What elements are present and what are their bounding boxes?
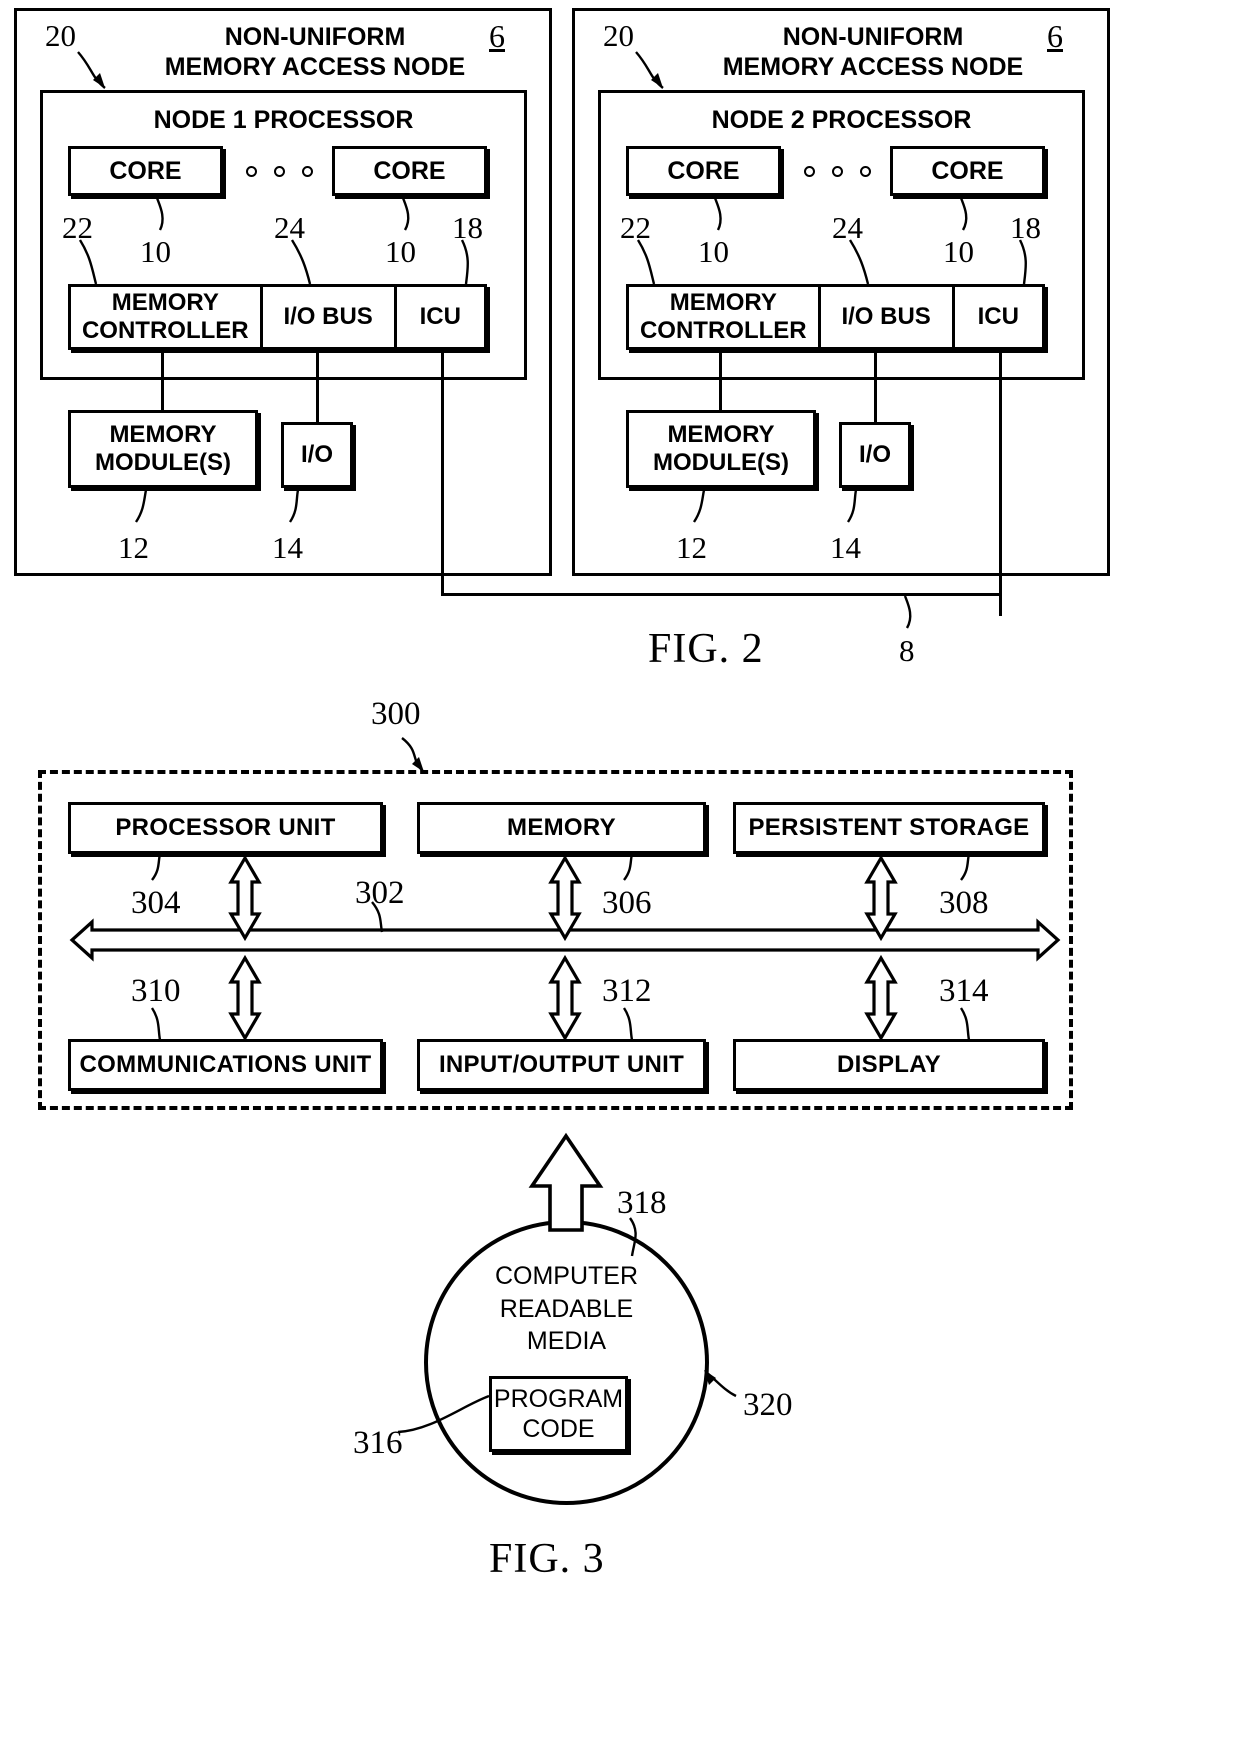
memory-box: MEMORY: [417, 802, 706, 854]
node-2-core-right-ref: 10: [943, 234, 974, 269]
node-1-iobus-to-io-line: [316, 348, 319, 424]
node-1-icu-ref: 18: [452, 210, 483, 245]
node-1-mc-to-memory-line: [161, 348, 164, 412]
input-output-unit-box: INPUT/OUTPUT UNIT: [417, 1039, 706, 1091]
persistent-storage-ref: 308: [939, 885, 989, 921]
node-1-io-ref: 14: [272, 530, 303, 565]
node-1-core-ellipsis: [246, 166, 313, 177]
computer-readable-media-ref: 318: [617, 1185, 667, 1221]
node-1-core-left-ref: 10: [140, 234, 171, 269]
numa-node-1-pointer-ref: 20: [45, 18, 76, 53]
node-2-core-ellipsis: [804, 166, 871, 177]
numa-node-2-title: NON-UNIFORM MEMORY ACCESS NODE: [722, 23, 1024, 81]
node-2-mc-ref: 22: [620, 210, 651, 245]
node-2-ellipsis-ref: 24: [832, 210, 863, 245]
node-1-core-right: CORE: [332, 146, 487, 196]
ellipsis-dot: [804, 166, 815, 177]
memory-ref: 306: [602, 885, 652, 921]
node-2-memory-modules-ref: 12: [676, 530, 707, 565]
node-2-mc-to-memory-line: [719, 348, 722, 412]
ellipsis-dot: [274, 166, 285, 177]
media-to-system-arrow: [528, 1132, 604, 1232]
node-1-icu: ICU: [393, 287, 484, 347]
node-1-ellipsis-ref: 24: [274, 210, 305, 245]
figure-3-caption: FIG. 3: [489, 1536, 605, 1582]
node-1-mc-ref: 22: [62, 210, 93, 245]
display-ref: 314: [939, 973, 989, 1009]
interconnect-bus-line: [441, 593, 1002, 596]
figure-3: 300 PROCESSOR UNIT MEMORY PERSISTENT STO…: [0, 690, 1240, 1741]
node-2-processor-title: NODE 2 PROCESSOR: [711, 106, 972, 134]
node-2-iobus-to-io-line: [874, 348, 877, 424]
node-2-memory-controller: MEMORY CONTROLLER: [639, 289, 807, 344]
node-1-icu-to-interconnect-line: [441, 348, 444, 596]
ellipsis-dot: [302, 166, 313, 177]
numa-node-1-ref: 6: [489, 18, 505, 54]
persistent-storage-box: PERSISTENT STORAGE: [733, 802, 1045, 854]
node-2-memory-modules: MEMORY MODULE(S): [626, 410, 816, 488]
node-2-core-right: CORE: [890, 146, 1045, 196]
communications-unit-ref: 310: [131, 973, 181, 1009]
node-1-io-bus: I/O BUS: [259, 287, 394, 347]
data-processing-system-ref: 300: [371, 696, 421, 732]
ellipsis-dot: [246, 166, 257, 177]
numa-node-2-ref: 6: [1047, 18, 1063, 54]
computer-readable-media-label: COMPUTER READABLE MEDIA: [494, 1262, 639, 1355]
processor-unit-box: PROCESSOR UNIT: [68, 802, 383, 854]
node-1-memory-controller: MEMORY CONTROLLER: [81, 289, 249, 344]
processor-unit-ref: 304: [131, 885, 181, 921]
computer-program-product-ref: 320: [743, 1387, 793, 1423]
display-box: DISPLAY: [733, 1039, 1045, 1091]
node-1-processor-title: NODE 1 PROCESSOR: [153, 106, 414, 134]
node-1-core-right-ref: 10: [385, 234, 416, 269]
node-2-icu: ICU: [951, 287, 1042, 347]
numa-node-1-title: NON-UNIFORM MEMORY ACCESS NODE: [164, 23, 466, 81]
program-code-ref: 316: [353, 1425, 403, 1461]
node-2-core-left: CORE: [626, 146, 781, 196]
node-2-io: I/O: [839, 422, 911, 488]
node-1-core-left: CORE: [68, 146, 223, 196]
figure-2: NON-UNIFORM MEMORY ACCESS NODE 6 20 NODE…: [0, 0, 1240, 680]
ellipsis-dot: [860, 166, 871, 177]
node-1-controller-strip: MEMORY CONTROLLER I/O BUS ICU: [68, 284, 487, 350]
bus-ref: 302: [355, 875, 405, 911]
node-2-icu-ref: 18: [1010, 210, 1041, 245]
input-output-unit-ref: 312: [602, 973, 652, 1009]
node-2-io-bus: I/O BUS: [817, 287, 952, 347]
node-1-memory-modules: MEMORY MODULE(S): [68, 410, 258, 488]
node-2-core-left-ref: 10: [698, 234, 729, 269]
node-2-controller-strip: MEMORY CONTROLLER I/O BUS ICU: [626, 284, 1045, 350]
numa-node-2-pointer-ref: 20: [603, 18, 634, 53]
program-code-box: PROGRAM CODE: [489, 1376, 628, 1452]
figure-2-caption: FIG. 2: [648, 626, 764, 672]
node-2-io-ref: 14: [830, 530, 861, 565]
node-2-icu-to-interconnect-line: [999, 348, 1002, 616]
communications-unit-box: COMMUNICATIONS UNIT: [68, 1039, 383, 1091]
interconnect-bus-ref: 8: [899, 633, 915, 668]
node-1-io: I/O: [281, 422, 353, 488]
node-1-memory-modules-ref: 12: [118, 530, 149, 565]
ellipsis-dot: [832, 166, 843, 177]
